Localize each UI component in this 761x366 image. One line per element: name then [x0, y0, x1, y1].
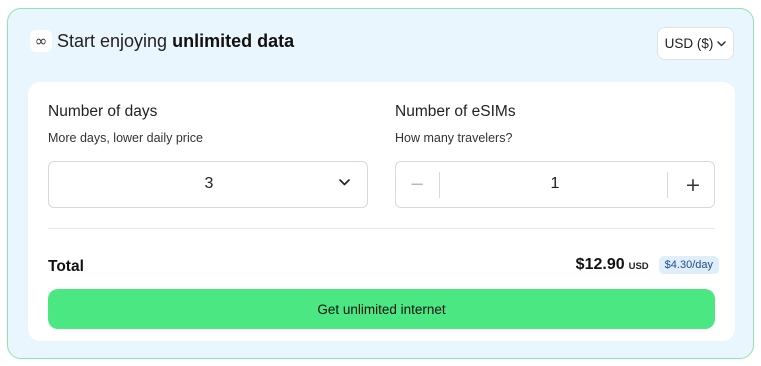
days-value: 3	[204, 175, 214, 192]
header-title-prefix: Start enjoying	[57, 30, 168, 51]
increment-button[interactable]: +	[672, 162, 714, 207]
total-label: Total	[48, 258, 84, 275]
stepper-divider	[667, 172, 668, 198]
decrement-button[interactable]: −	[396, 162, 438, 207]
options-panel: Number of days More days, lower daily pr…	[28, 82, 735, 341]
unlimited-data-card: ∞ Start enjoying unlimited data USD ($) …	[7, 8, 754, 359]
days-subtitle: More days, lower daily price	[48, 131, 203, 145]
chevron-down-icon	[339, 179, 350, 186]
per-day-badge: $4.30/day	[658, 256, 719, 274]
currency-select[interactable]: USD ($)	[657, 27, 734, 60]
price-amount: $12.90	[575, 256, 625, 273]
infinity-icon: ∞	[30, 30, 52, 52]
header-title-bold: unlimited data	[172, 30, 295, 51]
get-unlimited-internet-button[interactable]: Get unlimited internet	[48, 289, 715, 329]
divider	[48, 228, 715, 229]
currency-value: USD ($)	[664, 36, 714, 51]
esims-title: Number of eSIMs	[395, 103, 516, 120]
chevron-down-icon	[717, 40, 727, 46]
esims-subtitle: How many travelers?	[395, 131, 513, 145]
price-currency: USD	[628, 261, 649, 272]
card-header: ∞ Start enjoying unlimited data	[30, 27, 294, 55]
days-title: Number of days	[48, 103, 158, 120]
total-price: $12.90 USD $4.30/day	[576, 256, 719, 274]
days-select[interactable]: 3	[48, 161, 368, 208]
esims-value[interactable]: 1	[440, 175, 670, 193]
esims-stepper: − 1 +	[395, 161, 715, 208]
